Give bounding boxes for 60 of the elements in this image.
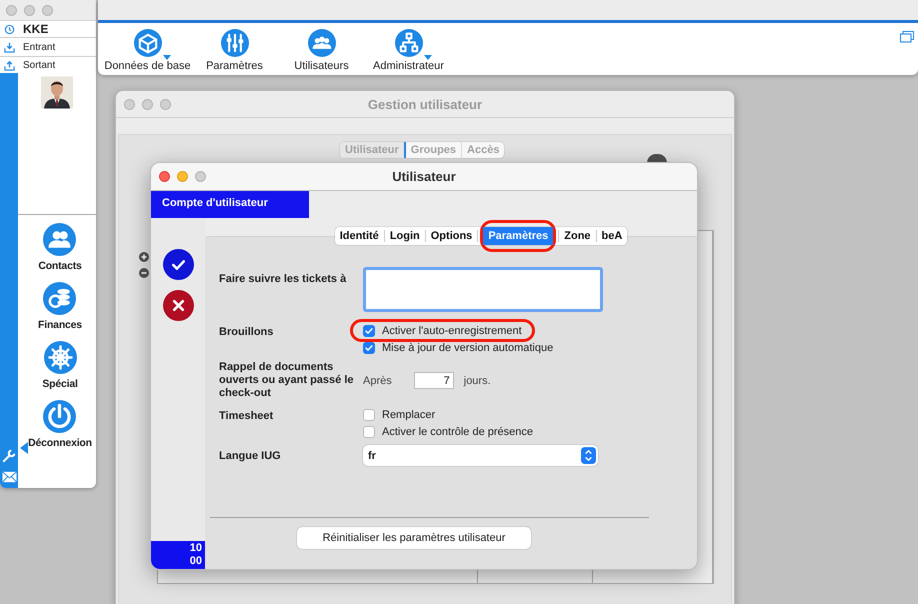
toolbar-button[interactable]: Utilisateurs bbox=[278, 29, 365, 72]
tab[interactable]: Login bbox=[384, 227, 425, 245]
tab[interactable]: Identité bbox=[334, 227, 384, 245]
nav-button[interactable]: Spécial bbox=[36, 341, 78, 390]
cancel-button[interactable] bbox=[163, 290, 194, 321]
nav-button[interactable]: Contacts bbox=[32, 223, 82, 272]
upload-tray-icon bbox=[4, 60, 15, 70]
minus-icon[interactable] bbox=[139, 268, 149, 278]
checkbox-option[interactable]: Activer l'auto-enregistrement bbox=[363, 324, 522, 337]
zoom-button[interactable] bbox=[195, 171, 206, 182]
hierarchy-icon bbox=[394, 29, 422, 57]
cube-icon bbox=[134, 29, 162, 57]
close-button[interactable] bbox=[159, 171, 170, 182]
counter-value: 10 bbox=[190, 542, 202, 555]
counter-value: 00 bbox=[190, 555, 202, 568]
minimize-button[interactable] bbox=[177, 171, 188, 182]
power-icon bbox=[43, 400, 76, 433]
checkbox-option[interactable]: Activer le contrôle de présence bbox=[363, 425, 534, 438]
tab[interactable]: Paramètres bbox=[483, 227, 554, 245]
collapse-arrow-icon[interactable] bbox=[20, 442, 28, 454]
clock-icon bbox=[4, 24, 15, 34]
envelope-icon[interactable] bbox=[2, 471, 16, 483]
coins-icon bbox=[43, 282, 76, 315]
ship-wheel-icon bbox=[44, 341, 76, 374]
mailbox-item[interactable]: Sortant bbox=[0, 57, 96, 73]
tab[interactable]: beA bbox=[596, 227, 628, 245]
window-title: Gestion utilisateur bbox=[368, 96, 482, 112]
download-tray-icon bbox=[4, 42, 15, 52]
field-label: Timesheet bbox=[219, 409, 274, 424]
section-header: Compte d'utilisateur bbox=[151, 191, 309, 218]
language-select[interactable]: fr bbox=[363, 445, 598, 466]
tab[interactable]: Zone bbox=[559, 227, 596, 245]
nav-button[interactable]: Déconnexion bbox=[22, 400, 92, 449]
plus-icon[interactable] bbox=[139, 252, 149, 262]
reset-button[interactable]: Réinitialiser les paramètres utilisateur bbox=[297, 527, 531, 549]
text-area[interactable] bbox=[363, 267, 603, 312]
field-label: Brouillons bbox=[219, 325, 274, 340]
prefix-text: Après bbox=[363, 374, 392, 386]
confirm-button[interactable] bbox=[163, 249, 194, 280]
stepper-icon bbox=[581, 447, 596, 464]
field-label: Rappel de documents ouverts ou ayant passé le check-out bbox=[219, 361, 354, 400]
checkbox-option[interactable]: Mise à jour de version automatique bbox=[363, 341, 554, 354]
users-icon bbox=[308, 29, 336, 57]
toolbar-button[interactable]: Administrateur bbox=[365, 29, 452, 72]
field-label: Langue IUG bbox=[219, 449, 282, 464]
unit-text: jours. bbox=[464, 374, 491, 386]
wrench-icon[interactable] bbox=[2, 448, 16, 463]
mailbox-item[interactable]: Entrant bbox=[0, 38, 96, 57]
field-label: Faire suivre les tickets à bbox=[219, 272, 348, 287]
checkbox-option[interactable]: Remplacer bbox=[363, 408, 436, 421]
toolbar-button[interactable]: Paramètres bbox=[191, 29, 278, 72]
sliders-icon bbox=[220, 29, 248, 57]
window-title: Utilisateur bbox=[392, 169, 456, 184]
number-field[interactable]: 7 bbox=[414, 372, 454, 389]
contacts-icon bbox=[43, 223, 76, 256]
tab[interactable]: Options bbox=[426, 227, 478, 245]
toolbar-button[interactable]: Données de base bbox=[104, 29, 191, 72]
user-code: KKE bbox=[23, 22, 48, 36]
nav-button[interactable]: Finances bbox=[32, 282, 82, 331]
window-icon[interactable] bbox=[900, 31, 914, 43]
